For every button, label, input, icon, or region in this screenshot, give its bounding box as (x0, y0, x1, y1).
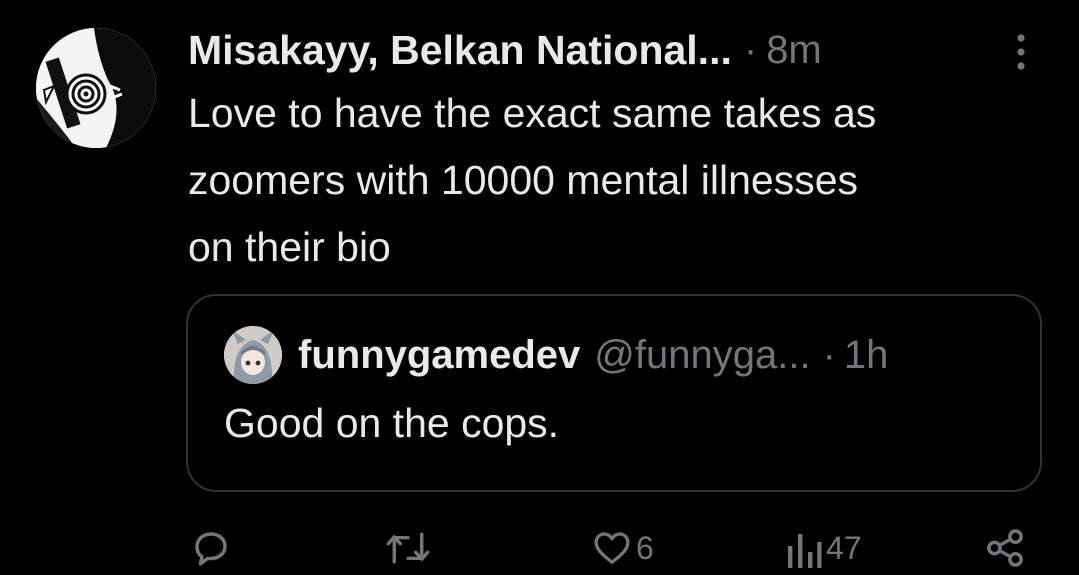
post-header: Misakayy, Belkan National... · 8m (188, 22, 822, 78)
share-icon (984, 527, 1026, 569)
quoted-post-header: funnygamedev @funnyga... · 1h (298, 326, 888, 384)
quoted-avatar-drawing (224, 326, 282, 384)
post[interactable]: Misakayy, Belkan National... · 8m Love t… (0, 0, 1079, 575)
views-count: 47 (826, 529, 862, 566)
quoted-author-display-name[interactable]: funnygamedev (298, 333, 580, 378)
author-display-name[interactable]: Misakayy, Belkan National... (188, 27, 732, 74)
repost-icon (384, 527, 432, 569)
quoted-post-card[interactable]: funnygamedev @funnyga... · 1h Good on th… (186, 294, 1042, 492)
quoted-post-text: Good on the cops. (224, 400, 560, 446)
author-avatar[interactable] (36, 28, 156, 148)
more-options-icon[interactable] (1008, 32, 1034, 72)
post-text: Love to have the exact same takes as zoo… (188, 90, 877, 270)
avatar-drawing (36, 28, 156, 148)
share-button[interactable] (984, 526, 1026, 570)
quoted-author-handle[interactable]: @funnyga... (594, 333, 810, 378)
post-action-bar: 6 47 (0, 520, 1079, 575)
repost-button[interactable] (384, 526, 432, 570)
quoted-header-separator: · (822, 332, 836, 377)
quoted-post-timestamp: 1h (843, 332, 889, 377)
reply-button[interactable] (190, 526, 232, 570)
post-timestamp[interactable]: 8m (766, 28, 822, 73)
like-count: 6 (636, 529, 654, 566)
quoted-author-avatar (224, 326, 282, 384)
header-separator: · (743, 27, 758, 72)
views-bar-chart-icon (788, 528, 822, 568)
heart-icon (592, 528, 632, 568)
like-button[interactable]: 6 (592, 526, 654, 570)
views-button[interactable]: 47 (788, 526, 862, 570)
reply-icon (190, 527, 232, 569)
